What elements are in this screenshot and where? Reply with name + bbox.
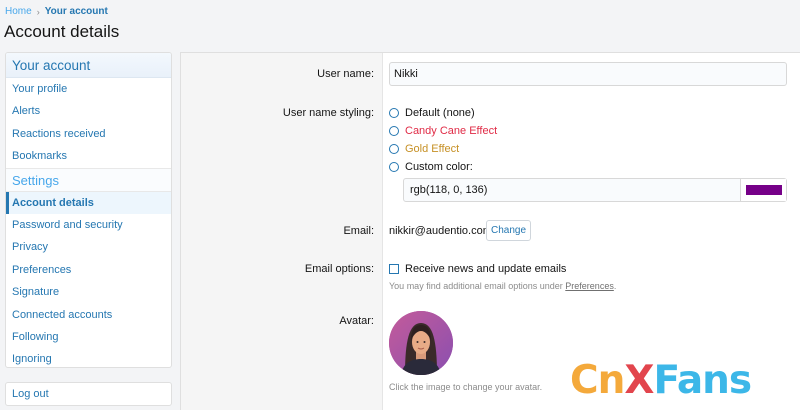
sidebar-item-ignoring[interactable]: Ignoring bbox=[6, 348, 171, 367]
sidebar: Your account Your profile Alerts Reactio… bbox=[5, 52, 172, 368]
username-label: User name: bbox=[317, 68, 374, 80]
email-value: nikkir@audentio.com bbox=[389, 225, 492, 237]
watermark-part-x: X bbox=[624, 358, 654, 403]
email-hint-suffix: . bbox=[613, 281, 617, 291]
avatar-image bbox=[389, 311, 453, 375]
page-title: Account details bbox=[4, 22, 120, 41]
avatar-label: Avatar: bbox=[339, 315, 374, 327]
avatar[interactable] bbox=[389, 311, 453, 375]
preferences-link[interactable]: Preferences bbox=[565, 281, 614, 291]
email-label: Email: bbox=[343, 225, 374, 237]
custom-color-input[interactable]: rgb(118, 0, 136) bbox=[403, 178, 787, 202]
styling-option-custom-color-label: Custom color: bbox=[405, 161, 473, 173]
receive-news-checkbox[interactable] bbox=[389, 264, 399, 274]
chevron-right-icon: › bbox=[36, 6, 40, 17]
radio-gold[interactable] bbox=[389, 144, 399, 154]
custom-color-value: rgb(118, 0, 136) bbox=[410, 184, 488, 196]
sidebar-item-account-details[interactable]: Account details bbox=[6, 191, 171, 214]
sidebar-item-following[interactable]: Following bbox=[6, 326, 171, 348]
sidebar-item-password-and-security[interactable]: Password and security bbox=[6, 214, 171, 236]
styling-option-candy-cane[interactable]: Candy Cane Effect bbox=[389, 125, 497, 137]
sidebar-section-settings: Settings bbox=[6, 167, 171, 192]
email-options-label: Email options: bbox=[304, 263, 374, 275]
watermark-part-cn: Cn bbox=[570, 358, 625, 403]
styling-option-gold-label: Gold Effect bbox=[405, 143, 460, 155]
watermark-part-fans: Fans bbox=[653, 358, 752, 403]
email-hint-prefix: You may find additional email options un… bbox=[389, 281, 566, 291]
sidebar-item-your-profile[interactable]: Your profile bbox=[6, 78, 171, 100]
radio-default[interactable] bbox=[389, 108, 399, 118]
sidebar-item-reactions-received[interactable]: Reactions received bbox=[6, 123, 171, 145]
sidebar-item-alerts[interactable]: Alerts bbox=[6, 100, 171, 122]
styling-option-candy-cane-label: Candy Cane Effect bbox=[405, 125, 498, 137]
logout-link[interactable]: Log out bbox=[5, 382, 172, 406]
receive-news-label: Receive news and update emails bbox=[405, 263, 567, 275]
sidebar-item-bookmarks[interactable]: Bookmarks bbox=[6, 145, 171, 167]
styling-option-gold[interactable]: Gold Effect bbox=[389, 143, 459, 155]
email-options-hint: You may find additional email options un… bbox=[389, 281, 616, 291]
breadcrumb-home[interactable]: Home bbox=[5, 6, 32, 17]
sidebar-item-privacy[interactable]: Privacy bbox=[6, 236, 171, 258]
cnxfans-watermark-logo: CnXFans bbox=[570, 358, 752, 403]
color-picker-button[interactable] bbox=[740, 179, 786, 201]
sidebar-item-signature[interactable]: Signature bbox=[6, 281, 171, 303]
avatar-hint: Click the image to change your avatar. bbox=[389, 382, 543, 392]
username-input[interactable] bbox=[389, 62, 787, 86]
radio-custom-color[interactable] bbox=[389, 162, 399, 172]
styling-option-default-label: Default (none) bbox=[405, 107, 475, 119]
sidebar-header[interactable]: Your account bbox=[6, 53, 171, 78]
account-details-form: User name: User name styling: Default (n… bbox=[180, 52, 800, 410]
breadcrumb-current[interactable]: Your account bbox=[45, 6, 108, 17]
sidebar-item-connected-accounts[interactable]: Connected accounts bbox=[6, 304, 171, 326]
username-styling-label: User name styling: bbox=[282, 107, 374, 119]
radio-candy-cane[interactable] bbox=[389, 126, 399, 136]
breadcrumb: Home › Your account bbox=[5, 6, 108, 17]
styling-option-custom-color[interactable]: Custom color: bbox=[389, 161, 473, 173]
sidebar-item-preferences[interactable]: Preferences bbox=[6, 259, 171, 281]
receive-news-checkbox-row[interactable]: Receive news and update emails bbox=[389, 263, 566, 275]
color-swatch bbox=[745, 185, 782, 195]
change-email-button[interactable]: Change bbox=[486, 220, 531, 241]
styling-option-default[interactable]: Default (none) bbox=[389, 107, 475, 119]
